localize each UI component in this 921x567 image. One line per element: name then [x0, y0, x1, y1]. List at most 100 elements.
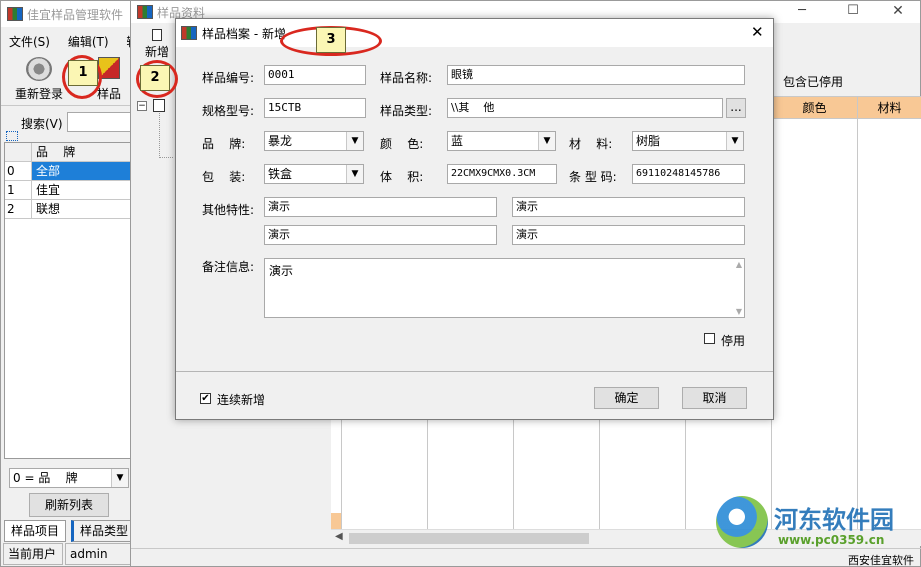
minimize-icon[interactable]: ─	[787, 3, 817, 21]
model-field[interactable]: 15CTB	[264, 98, 366, 118]
ok-button[interactable]: 确定	[594, 387, 659, 409]
tab-sample-items[interactable]: 样品项目	[4, 520, 66, 542]
search-label: 搜索(V)	[21, 117, 63, 131]
type-field[interactable]: \\其 他	[447, 98, 723, 118]
brand-row-name[interactable]: 联想	[32, 200, 131, 219]
type-browse-button[interactable]: ...	[726, 98, 746, 118]
include-disabled-label[interactable]: 包含已停用	[783, 73, 843, 90]
watermark-name: 河东软件园	[774, 506, 894, 534]
brand-row-idx: 2	[5, 200, 32, 219]
tree-node-icon	[153, 99, 165, 112]
toolbar-divider	[1, 105, 135, 106]
main-title: 佳宜样品管理软件	[27, 7, 124, 22]
brand-select[interactable]: 暴龙 ▼	[264, 131, 364, 151]
brand-row-name[interactable]: 佳宜	[32, 181, 131, 200]
scroll-down-icon[interactable]: ▼	[736, 307, 742, 316]
remark-value: 演示	[269, 264, 294, 278]
remark-textarea[interactable]: 演示 ▲ ▼	[264, 258, 745, 318]
code-label: 样品编号:	[202, 71, 255, 85]
model-label: 规格型号:	[202, 104, 255, 118]
chevron-down-icon: ▼	[538, 132, 555, 150]
brand-header-idx	[5, 143, 32, 162]
relogin-label: 重新登录	[14, 87, 63, 101]
scroll-up-icon[interactable]: ▲	[736, 260, 742, 269]
tree-connector	[159, 113, 173, 158]
barcode-field[interactable]: 69110248145786	[632, 164, 745, 184]
filter-select[interactable]: 0 = 品 牌 ▼	[9, 468, 129, 488]
volume-label: 体 积:	[380, 170, 424, 184]
tab-sample-types[interactable]: 样品类型	[71, 520, 135, 542]
type-label: 样品类型:	[380, 104, 433, 118]
watermark-url: www.pc0359.cn	[778, 533, 885, 547]
refresh-list-button[interactable]: 刷新列表	[29, 493, 109, 517]
chevron-down-icon: ▼	[346, 165, 363, 183]
dialog-separator	[176, 371, 773, 372]
brand-row-idx: 1	[5, 181, 32, 200]
dialog-title: 样品档案 - 新增	[202, 27, 286, 41]
dialog-titlebar: 样品档案 - 新增 ✕	[176, 19, 773, 47]
filter-select-value: 0 = 品 牌	[13, 471, 78, 485]
new-file-icon	[152, 29, 162, 41]
remark-label: 备注信息:	[202, 260, 255, 274]
cancel-button[interactable]: 取消	[682, 387, 747, 409]
app-icon	[137, 5, 153, 19]
other-label: 其他特性:	[202, 203, 255, 217]
menu-file[interactable]: 文件(S)	[9, 35, 50, 49]
material-label: 材 料:	[569, 137, 613, 151]
scroll-left-icon[interactable]: ◀	[335, 531, 343, 542]
new-button[interactable]: 新增	[137, 29, 177, 63]
color-label: 颜 色:	[380, 137, 424, 151]
disabled-checkbox[interactable]	[704, 333, 715, 344]
sample-statusbar: 西安佳宜软件	[131, 548, 921, 567]
status-user-value: admin	[65, 543, 135, 565]
code-field[interactable]: 0001	[264, 65, 366, 85]
other-field-4[interactable]: 演示	[512, 225, 745, 245]
brand-row-name[interactable]: 全部	[32, 162, 131, 181]
pack-select[interactable]: 铁盒 ▼	[264, 164, 364, 184]
tree-expand-icon[interactable]: −	[137, 101, 147, 111]
new-button-label: 新增	[144, 45, 169, 59]
speaker-icon	[26, 57, 52, 81]
brand-label: 品 牌:	[202, 137, 246, 151]
grid-select-icon	[6, 131, 18, 141]
name-field[interactable]: 眼镜	[447, 65, 745, 85]
annotation-note-1: 1	[68, 60, 98, 86]
close-icon[interactable]: ✕	[883, 3, 913, 21]
app-icon	[181, 26, 197, 40]
barcode-label: 条 型 码:	[569, 170, 617, 184]
col-material-header[interactable]: 材料	[858, 97, 921, 119]
menu-edit[interactable]: 编辑(T)	[68, 35, 109, 49]
material-select[interactable]: 树脂 ▼	[632, 131, 744, 151]
scroll-thumb[interactable]	[349, 533, 589, 544]
status-user-label: 当前用户	[3, 543, 63, 565]
continuous-label: 连续新增	[217, 393, 266, 407]
relogin-button[interactable]: 重新登录	[11, 57, 67, 103]
watermark-logo-icon	[716, 496, 768, 548]
other-field-1[interactable]: 演示	[264, 197, 497, 217]
other-field-3[interactable]: 演示	[264, 225, 497, 245]
pack-label: 包 装:	[202, 170, 246, 184]
col-color-header[interactable]: 颜色	[772, 97, 858, 119]
app-icon	[7, 7, 23, 21]
volume-field[interactable]: 22CMX9CMX0.3CM	[447, 164, 557, 184]
other-field-2[interactable]: 演示	[512, 197, 745, 217]
name-label: 样品名称:	[380, 71, 433, 85]
maximize-icon[interactable]: ☐	[838, 3, 868, 21]
main-titlebar: 佳宜样品管理软件	[1, 1, 133, 27]
pack-select-value: 铁盒	[268, 167, 293, 181]
brand-select-value: 暴龙	[268, 134, 293, 148]
brand-header-name: 品 牌	[32, 143, 131, 162]
brand-row-idx: 0	[5, 162, 32, 181]
color-select[interactable]: 蓝 ▼	[447, 131, 556, 151]
annotation-note-3: 3	[316, 27, 346, 53]
annotation-note-2: 2	[140, 65, 170, 91]
brand-table: 品 牌 0 全部 1 佳宜 2 联想	[4, 142, 131, 459]
continuous-checkbox[interactable]: ✔	[200, 393, 211, 404]
dialog-close-icon[interactable]: ✕	[751, 23, 764, 41]
search-input[interactable]	[67, 112, 135, 132]
chevron-down-icon: ▼	[346, 132, 363, 150]
row-indicator	[331, 513, 341, 530]
status-company: 西安佳宜软件	[848, 554, 914, 567]
chevron-down-icon: ▼	[111, 469, 128, 487]
sample-dialog: 样品档案 - 新增 ✕ 样品编号: 0001 样品名称: 眼镜 规格型号: 15…	[175, 18, 774, 420]
